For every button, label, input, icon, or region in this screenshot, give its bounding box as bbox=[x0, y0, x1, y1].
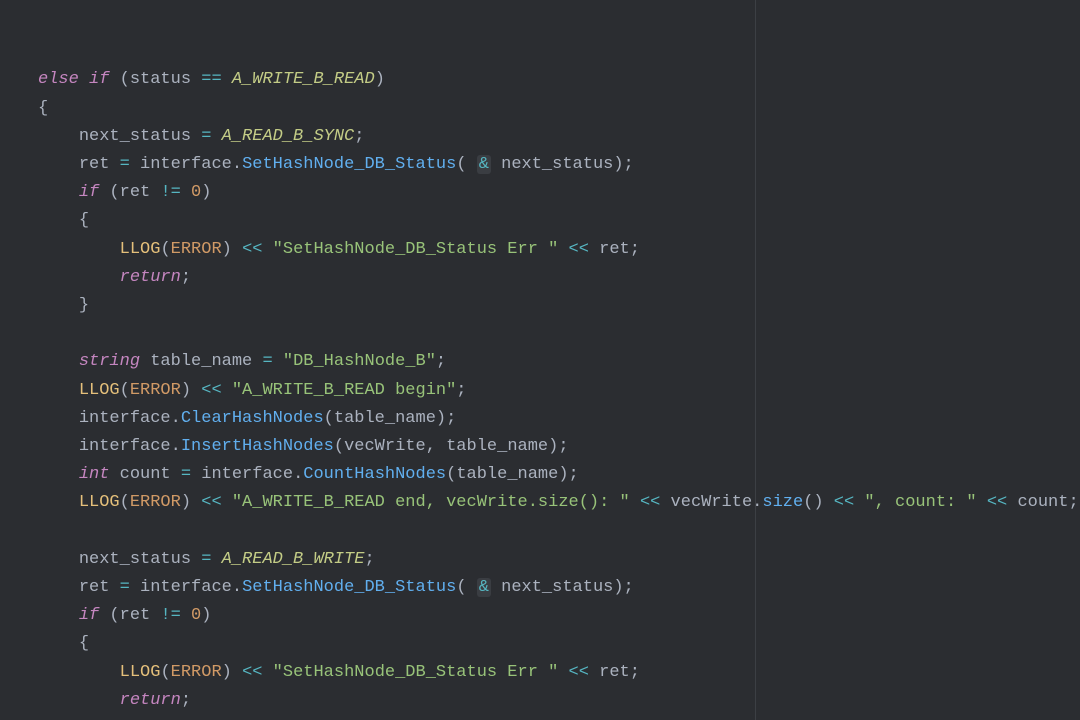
amp-icon: & bbox=[477, 155, 491, 174]
amp-icon: & bbox=[477, 578, 491, 597]
ruler bbox=[755, 0, 756, 720]
code-editor[interactable]: else if (status == A_WRITE_B_READ) { nex… bbox=[0, 0, 1080, 720]
kw-else: else bbox=[38, 70, 79, 89]
kw-if: if bbox=[89, 70, 109, 89]
